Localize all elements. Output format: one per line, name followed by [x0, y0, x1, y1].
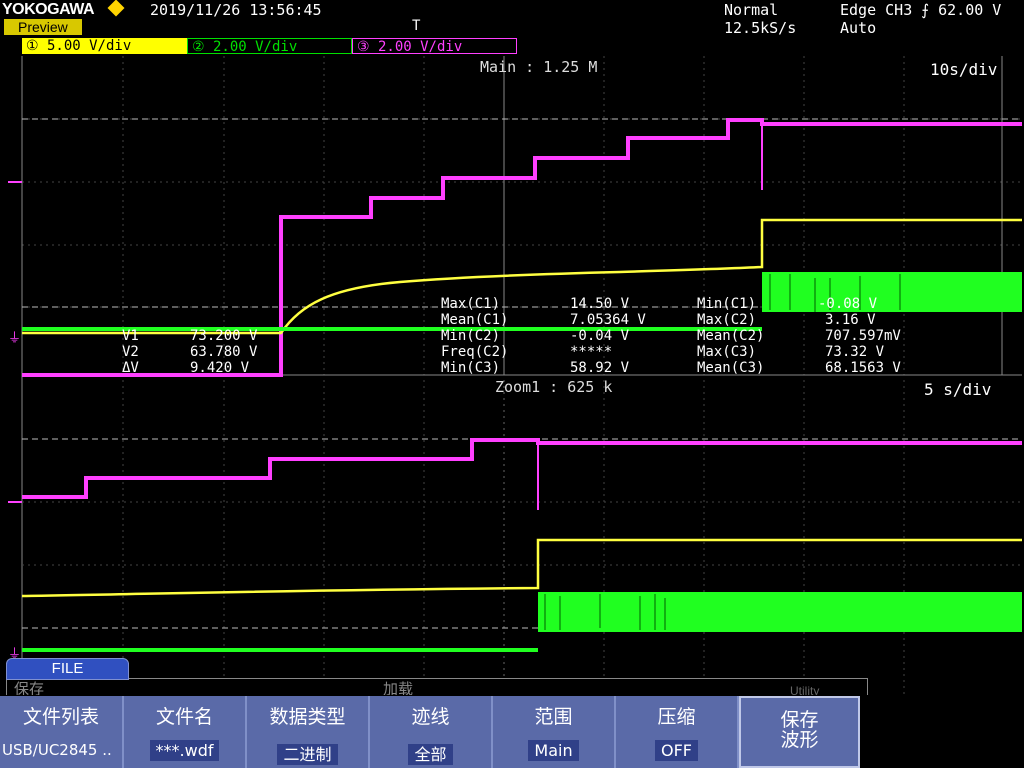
softkey-compress[interactable]: 压缩 OFF	[616, 696, 739, 768]
main-window-title: Main : 1.25 M	[480, 58, 598, 76]
cursor-v1-value: 73.200 V	[190, 328, 258, 344]
brand-logo: YOKOGAWA	[2, 1, 95, 18]
sample-rate: 12.5kS/s	[724, 19, 797, 37]
softkey-value: OFF	[655, 740, 698, 761]
cursor-v2-value: 63.780 V	[190, 344, 258, 360]
meas-value: 73.32 V	[825, 344, 885, 360]
softkey-value: USB/UC2845 ..	[2, 741, 112, 759]
ch1-zoom-trace	[21, 538, 1022, 598]
softkey-value: Main	[528, 740, 579, 761]
channel-3-scale[interactable]: ③ 2.00 V/div	[352, 38, 517, 55]
ch3-zoom-trace	[22, 438, 1022, 499]
softkey-range[interactable]: 范围 Main	[493, 696, 616, 768]
softkey-file-list[interactable]: 文件列表 USB/UC2845 ..	[0, 696, 124, 768]
cursor-dv-label: ΔV	[122, 360, 139, 376]
meas-value: -0.08 V	[818, 296, 878, 312]
zoom-window-title: Zoom1 : 625 k	[495, 378, 613, 396]
trigger-position-marker: T	[412, 18, 421, 34]
meas-name: Mean(C3)	[697, 360, 765, 376]
meas-name: Max(C3)	[697, 344, 757, 360]
ch2-zoom-burst	[538, 592, 1022, 632]
softkey-value: 二进制	[277, 744, 338, 765]
file-menu-tab[interactable]: FILE	[6, 658, 129, 680]
softkey-title: 文件列表	[22, 706, 99, 728]
meas-value: *****	[570, 344, 613, 360]
meas-name: Min(C1)	[697, 296, 757, 312]
trigger-setting: Edge CH3 ⨍ 62.00 V	[840, 1, 1002, 19]
softkey-title: 范围	[534, 706, 573, 728]
softkey-data-type[interactable]: 数据类型 二进制	[247, 696, 370, 768]
softkey-file-name[interactable]: 文件名 ***.wdf	[124, 696, 247, 768]
meas-name: Max(C2)	[697, 312, 757, 328]
trigger-mode: Auto	[840, 19, 877, 37]
meas-value: 68.1563 V	[825, 360, 901, 376]
channel-1-scale[interactable]: ① 5.00 V/div	[22, 38, 187, 54]
meas-value: 58.92 V	[570, 360, 630, 376]
softkey-value: ***.wdf	[149, 740, 220, 761]
zoom-timebase: 5 s/div	[924, 380, 992, 399]
zoom-grid	[22, 380, 1022, 695]
meas-name: Mean(C2)	[697, 328, 765, 344]
preview-badge: Preview	[4, 19, 82, 35]
softkey-title: 迹线	[411, 706, 450, 728]
meas-value: 3.16 V	[825, 312, 876, 328]
meas-value: 7.05364 V	[570, 312, 646, 328]
softkey-title: 压缩	[657, 706, 696, 728]
meas-value: 707.597mV	[825, 328, 901, 344]
meas-name: Mean(C1)	[441, 312, 509, 328]
softkey-title: 数据类型	[269, 706, 346, 728]
softkey-value: 全部	[408, 744, 453, 765]
main-timebase: 10s/div	[930, 60, 998, 79]
meas-name: Min(C2)	[441, 328, 501, 344]
cursor-v2-label: V2	[122, 344, 139, 360]
channel-2-scale[interactable]: ② 2.00 V/div	[187, 38, 352, 55]
cursor-dv-value: 9.420 V	[190, 360, 250, 376]
softkey-save-waveform[interactable]: 保存 波形	[739, 696, 860, 768]
meas-value: -0.04 V	[570, 328, 630, 344]
meas-name: Min(C3)	[441, 360, 501, 376]
ground-marker-icon: ⏚	[8, 331, 21, 346]
meas-name: Max(C1)	[441, 296, 501, 312]
softkey-title: 保存 波形	[780, 709, 819, 751]
acquisition-mode: Normal	[724, 1, 779, 19]
softkey-title: 文件名	[155, 706, 213, 728]
softkey-trace[interactable]: 迹线 全部	[370, 696, 493, 768]
cursor-v1-label: V1	[122, 328, 139, 344]
meas-name: Freq(C2)	[441, 344, 509, 360]
meas-value: 14.50 V	[570, 296, 630, 312]
ch2-main-burst	[762, 272, 1022, 312]
datetime: 2019/11/26 13:56:45	[150, 1, 322, 19]
